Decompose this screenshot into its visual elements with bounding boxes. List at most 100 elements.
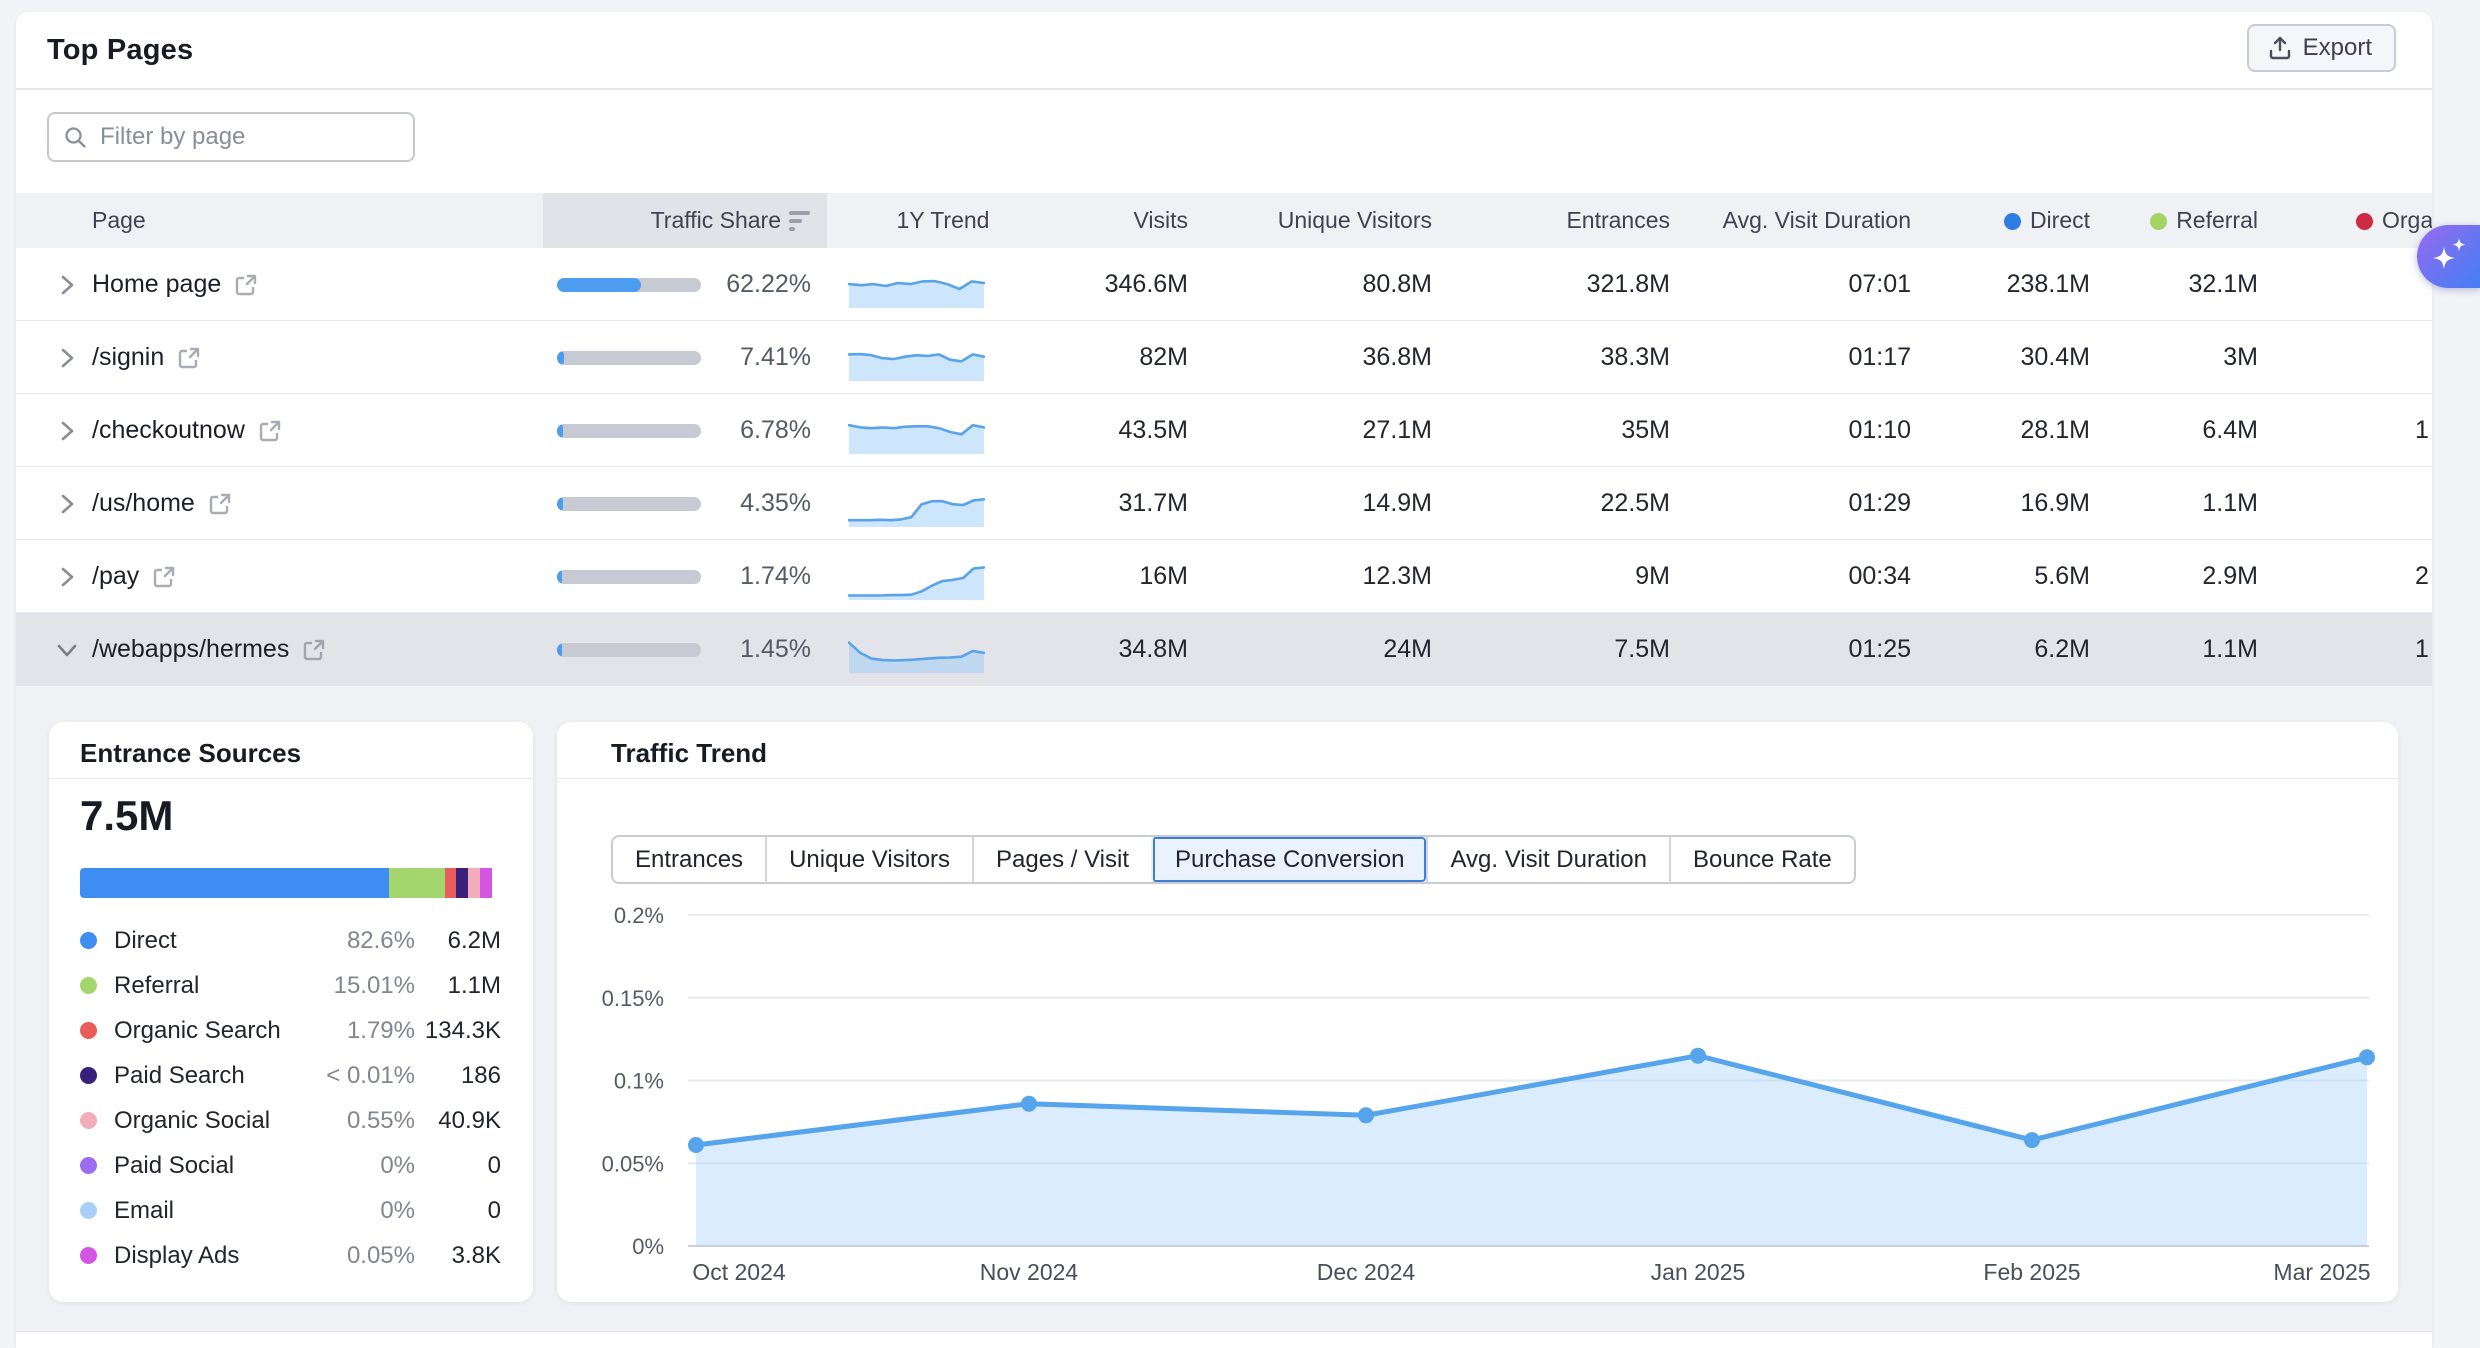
tab-avg-visit-duration[interactable]: Avg. Visit Duration: [1426, 837, 1669, 882]
entrances-total: 7.5M: [80, 792, 173, 840]
visits-value: 31.7M: [988, 467, 1188, 540]
email-dot: [80, 1202, 97, 1219]
page-link[interactable]: /pay: [92, 562, 139, 591]
tab-purchase-conversion[interactable]: Purchase Conversion: [1151, 837, 1426, 882]
chevron-right-icon[interactable]: [54, 418, 80, 444]
export-button[interactable]: Export: [2247, 24, 2396, 72]
unique-visitors-value: 80.8M: [1232, 248, 1432, 321]
table-row-webapps-hermes-expanded[interactable]: /webapps/hermes 1.45% 34.8M 24M 7.5M 01:…: [16, 613, 2432, 686]
ai-assistant-button[interactable]: [2417, 225, 2480, 288]
traffic-share-value: 1.74%: [661, 540, 811, 613]
trend-sparkline: [848, 334, 985, 381]
external-link-icon[interactable]: [233, 272, 259, 298]
svg-text:Nov 2024: Nov 2024: [980, 1259, 1079, 1285]
trend-sparkline: [848, 553, 985, 600]
unique-visitors-value: 27.1M: [1232, 394, 1432, 467]
table-body: Home page 62.22% 346.6M 80.8M 321.8M 07:…: [16, 248, 2432, 686]
table-row-pay[interactable]: /pay 1.74% 16M 12.3M 9M 00:34 5.6M 2.9M …: [16, 540, 2432, 613]
external-link-icon[interactable]: [151, 564, 177, 590]
table-row-home-page[interactable]: Home page 62.22% 346.6M 80.8M 321.8M 07:…: [16, 248, 2432, 321]
referral-value: 32.1M: [2058, 248, 2258, 321]
external-link-icon[interactable]: [301, 637, 327, 663]
column-avg-visit-duration[interactable]: Avg. Visit Duration: [1711, 193, 1911, 248]
sort-descending-icon[interactable]: [788, 209, 812, 233]
top-pages-screen: Top Pages Export Page Traffic Share: [0, 0, 2480, 1348]
referral-value: 2.9M: [2058, 540, 2258, 613]
referral-value: 1.1M: [2058, 613, 2258, 686]
tab-bounce-rate[interactable]: Bounce Rate: [1669, 837, 1854, 882]
organic-social-dot: [80, 1112, 97, 1129]
sparkles-icon: [2417, 225, 2480, 288]
entrance-sources-stacked-bar: [80, 868, 501, 898]
chevron-right-icon[interactable]: [54, 491, 80, 517]
external-link-icon[interactable]: [257, 418, 283, 444]
column-entrances[interactable]: Entrances: [1470, 193, 1670, 248]
card-header: Top Pages Export: [16, 12, 2432, 90]
organic-value: 2: [2415, 540, 2432, 613]
tab-unique-visitors[interactable]: Unique Visitors: [765, 837, 972, 882]
svg-text:0.2%: 0.2%: [614, 903, 664, 928]
external-link-icon[interactable]: [176, 345, 202, 371]
legend-item-direct: Direct82.6%6.2M: [49, 918, 533, 963]
referral-value: 6.4M: [2058, 394, 2258, 467]
entrances-value: 35M: [1470, 394, 1670, 467]
filter-field[interactable]: [47, 112, 415, 162]
organic-value: [2415, 321, 2432, 394]
column-page[interactable]: Page: [92, 193, 146, 248]
traffic-trend-title: Traffic Trend: [611, 738, 767, 769]
svg-text:Jan 2025: Jan 2025: [1651, 1259, 1746, 1285]
referral-dot: [80, 977, 97, 994]
tab-pages-per-visit[interactable]: Pages / Visit: [972, 837, 1151, 882]
avg-visit-duration-value: 01:10: [1711, 394, 1911, 467]
legend-item-referral: Referral15.01%1.1M: [49, 963, 533, 1008]
svg-text:Feb 2025: Feb 2025: [1983, 1259, 2080, 1285]
svg-text:0.1%: 0.1%: [614, 1069, 664, 1094]
organic-search-dot: [80, 1022, 97, 1039]
paid-search-dot: [80, 1067, 97, 1084]
direct-dot: [2004, 213, 2021, 230]
chevron-down-icon[interactable]: [54, 637, 80, 663]
avg-visit-duration-value: 01:25: [1711, 613, 1911, 686]
chevron-right-icon[interactable]: [54, 272, 80, 298]
bar-segment-referral: [389, 868, 445, 898]
column-traffic-share[interactable]: Traffic Share: [561, 193, 781, 248]
traffic-share-value: 6.78%: [661, 394, 811, 467]
unique-visitors-value: 14.9M: [1232, 467, 1432, 540]
entrance-sources-title: Entrance Sources: [80, 738, 301, 769]
column-unique-visitors[interactable]: Unique Visitors: [1232, 193, 1432, 248]
entrances-value: 22.5M: [1470, 467, 1670, 540]
filter-input[interactable]: [98, 122, 392, 152]
page-link[interactable]: /signin: [92, 343, 164, 372]
paid-social-dot: [80, 1157, 97, 1174]
page-link[interactable]: /checkoutnow: [92, 416, 245, 445]
column-visits[interactable]: Visits: [988, 193, 1188, 248]
legend-item-email: Email0%0: [49, 1188, 533, 1233]
legend-item-organic-search: Organic Search1.79%134.3K: [49, 1008, 533, 1053]
table-row-signin[interactable]: /signin 7.41% 82M 36.8M 38.3M 01:17 30.4…: [16, 321, 2432, 394]
trend-sparkline: [848, 626, 985, 673]
avg-visit-duration-value: 07:01: [1711, 248, 1911, 321]
entrances-value: 321.8M: [1470, 248, 1670, 321]
visits-value: 16M: [988, 540, 1188, 613]
page-link[interactable]: /us/home: [92, 489, 195, 518]
visits-value: 346.6M: [988, 248, 1188, 321]
visits-value: 34.8M: [988, 613, 1188, 686]
svg-text:0%: 0%: [632, 1234, 664, 1259]
legend-item-paid-social: Paid Social0%0: [49, 1143, 533, 1188]
tab-entrances[interactable]: Entrances: [613, 837, 765, 882]
column-referral[interactable]: Referral: [2058, 193, 2258, 248]
unique-visitors-value: 24M: [1232, 613, 1432, 686]
chevron-right-icon[interactable]: [54, 345, 80, 371]
page-link[interactable]: Home page: [92, 270, 221, 299]
bar-segment-direct: [80, 868, 389, 898]
organic-value: [2415, 467, 2432, 540]
external-link-icon[interactable]: [207, 491, 233, 517]
chevron-right-icon[interactable]: [54, 564, 80, 590]
table-row-checkoutnow[interactable]: /checkoutnow 6.78% 43.5M 27.1M 35M 01:10…: [16, 394, 2432, 467]
svg-text:Dec 2024: Dec 2024: [1317, 1259, 1416, 1285]
divider: [49, 778, 533, 779]
table-row-us-home[interactable]: /us/home 4.35% 31.7M 14.9M 22.5M 01:29 1…: [16, 467, 2432, 540]
organic-value: 1: [2415, 613, 2432, 686]
table-header: Page Traffic Share 1Y Trend Visits Uniqu…: [16, 193, 2432, 248]
page-link[interactable]: /webapps/hermes: [92, 635, 289, 664]
